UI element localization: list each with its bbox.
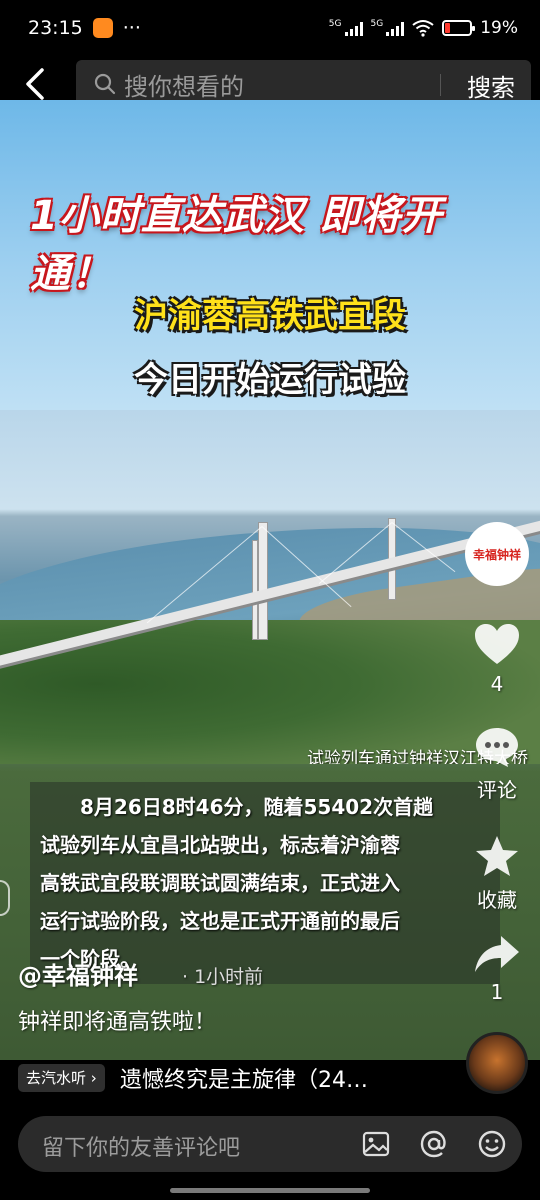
share-button[interactable]: 1 xyxy=(462,934,532,1004)
video-subtitle-1: 沪渝蓉高铁武宜段 xyxy=(134,296,406,336)
search-button[interactable]: 搜索 xyxy=(467,68,515,103)
video-player[interactable]: 1小时直达武汉 即将开通！ 沪渝蓉高铁武宜段 今日开始运行试验 试验列车通过钟祥… xyxy=(0,100,540,1060)
search-icon xyxy=(94,73,116,95)
news-text-block: 8月26日8时46分，随着55402次首趟 试验列车从宜昌北站驶出，标志着沪渝蓉… xyxy=(30,782,500,984)
music-disc-icon[interactable] xyxy=(466,1032,528,1094)
like-button[interactable]: 4 xyxy=(462,622,532,696)
favorite-button[interactable]: 收藏 xyxy=(462,834,532,913)
bridge-pylon-left-2 xyxy=(252,540,258,640)
battery-percent: 19% xyxy=(480,18,518,38)
news-text-line: 试验列车从宜昌北站驶出，标志着沪渝蓉 xyxy=(40,833,400,857)
bridge-photo: 试验列车通过钟祥汉江特大桥 xyxy=(0,410,540,764)
music-title[interactable]: 遗憾终究是主旋律（24… xyxy=(120,1062,368,1094)
search-placeholder: 搜你想看的 xyxy=(124,72,244,101)
status-bar: 23:15 ··· 5G 5G 19% xyxy=(0,0,540,56)
star-icon xyxy=(476,836,518,876)
like-count: 4 xyxy=(490,672,504,696)
signal-1-label: 5G xyxy=(328,19,342,29)
app-notification-icon xyxy=(92,18,113,38)
video-title-banner: 1小时直达武汉 即将开通！ xyxy=(20,193,530,297)
author-name[interactable]: @幸福钟祥 xyxy=(18,956,138,991)
avatar-text: 幸福钟祥 xyxy=(472,547,521,562)
share-icon xyxy=(475,936,519,972)
comment-label: 评论 xyxy=(477,778,517,802)
image-icon[interactable] xyxy=(360,1128,392,1160)
signal-1-icon: 5G xyxy=(328,19,363,36)
post-description: 钟祥即将通高铁啦！ xyxy=(18,1010,217,1035)
mention-icon[interactable] xyxy=(418,1128,450,1160)
wifi-icon xyxy=(412,20,434,37)
comment-placeholder: 留下你的友善评论吧 xyxy=(42,1136,241,1161)
signal-2-label: 5G xyxy=(370,19,384,29)
comment-button[interactable]: 评论 xyxy=(462,726,532,803)
open-music-app-button[interactable]: 去汽水听 › xyxy=(18,1064,105,1092)
bridge-pylon-left xyxy=(258,522,268,640)
heart-icon xyxy=(475,624,519,664)
share-count: 1 xyxy=(490,980,504,1004)
news-text-line: 运行试验阶段，这也是正式开通前的最后 xyxy=(40,909,400,933)
news-text-line: 高铁武宜段联调联试圆满结束，正式进入 xyxy=(40,871,400,895)
video-subtitle-2: 今日开始运行试验 xyxy=(134,360,406,400)
comment-input[interactable]: 留下你的友善评论吧 xyxy=(18,1116,522,1172)
back-arrow-icon xyxy=(26,68,44,100)
signal-2-icon: 5G xyxy=(370,19,405,36)
search-divider xyxy=(440,74,441,96)
music-row: 去汽水听 › 遗憾终究是主旋律（24… xyxy=(0,1060,540,1100)
battery-icon xyxy=(442,20,476,36)
post-time: · 1小时前 xyxy=(182,966,264,988)
comment-icon xyxy=(476,728,518,767)
bottom-bar: 留下你的友善评论吧 xyxy=(0,1100,540,1200)
news-text-line: 8月26日8时46分，随着55402次首趟 xyxy=(80,795,434,819)
status-more-indicator: ··· xyxy=(122,17,141,39)
side-drawer-handle[interactable] xyxy=(0,880,10,916)
favorite-label: 收藏 xyxy=(477,888,517,912)
emoji-icon[interactable] xyxy=(476,1128,508,1160)
status-time: 23:15 xyxy=(28,17,83,39)
home-indicator[interactable] xyxy=(170,1188,370,1193)
author-avatar[interactable]: 幸福钟祥 xyxy=(465,522,529,586)
